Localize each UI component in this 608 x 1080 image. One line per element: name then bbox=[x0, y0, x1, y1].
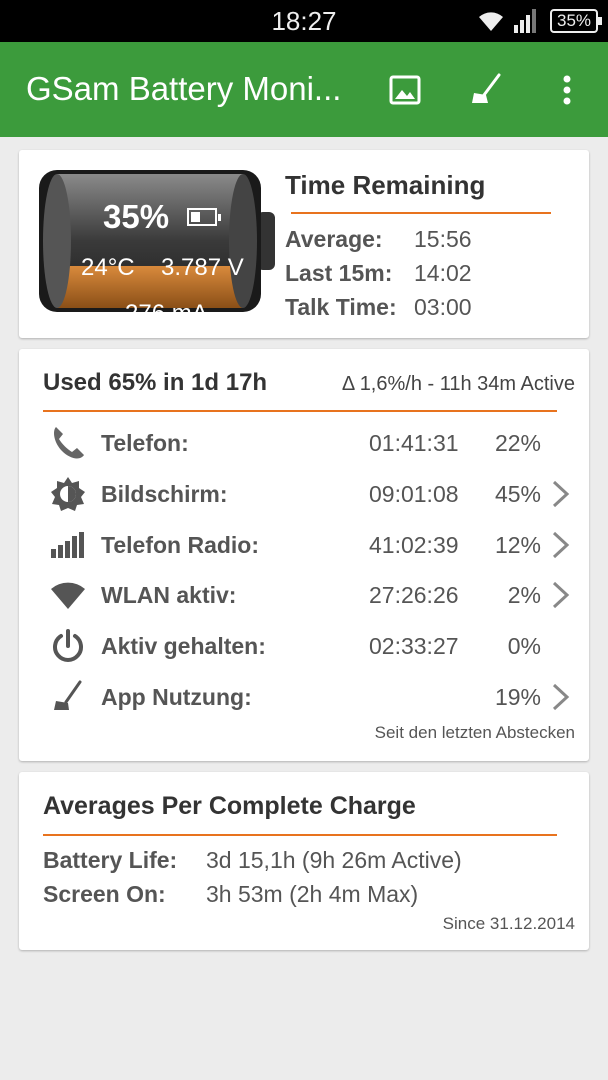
battery-current: -276 mA bbox=[117, 300, 208, 327]
chevron-right-icon bbox=[552, 581, 570, 609]
phone-icon bbox=[49, 424, 87, 462]
usage-rate: Δ 1,6%/h - 11h 34m Active bbox=[341, 373, 575, 395]
usage-row-telefon-radio[interactable]: Telefon Radio: 41:02:39 12% bbox=[19, 520, 589, 570]
wifi-icon bbox=[479, 12, 503, 31]
mini-battery-icon bbox=[187, 208, 221, 226]
battery-card[interactable]: 35% 24°C 3.787 V -276 mA Time Remaining … bbox=[19, 150, 589, 338]
overflow-menu-button[interactable] bbox=[545, 68, 589, 112]
battery-temperature: 24°C bbox=[81, 254, 135, 281]
time-remaining-title: Time Remaining bbox=[285, 170, 486, 200]
wifi-icon bbox=[49, 576, 87, 614]
status-icons: 35% bbox=[478, 8, 602, 34]
usage-row-aktiv-gehalten[interactable]: Aktiv gehalten: 02:33:27 0% bbox=[19, 621, 589, 671]
usage-row-app-nutzung[interactable]: App Nutzung: 19% bbox=[19, 672, 589, 722]
chevron-right-icon bbox=[552, 480, 570, 508]
usage-title: Used 65% in 1d 17h bbox=[43, 369, 268, 396]
image-button[interactable] bbox=[383, 68, 427, 112]
chevron-right-icon bbox=[552, 683, 570, 711]
image-icon bbox=[389, 75, 421, 105]
app-title: GSam Battery Moni... bbox=[26, 70, 342, 107]
brightness-icon bbox=[49, 475, 87, 513]
averages-footer: Since 31.12.2014 bbox=[442, 914, 575, 933]
chevron-right-icon bbox=[552, 531, 570, 559]
broom-icon bbox=[49, 678, 87, 716]
usage-row-bildschirm[interactable]: Bildschirm: 09:01:08 45% bbox=[19, 469, 589, 519]
clean-button[interactable] bbox=[464, 68, 508, 112]
broom-icon bbox=[472, 73, 501, 103]
battery-voltage: 3.787 V bbox=[161, 254, 244, 281]
signal-bars-icon bbox=[49, 526, 87, 564]
usage-row-wlan[interactable]: WLAN aktiv: 27:26:26 2% bbox=[19, 570, 589, 620]
overflow-menu-icon bbox=[563, 75, 571, 105]
signal-icon bbox=[514, 9, 536, 33]
battery-illustration bbox=[39, 170, 275, 312]
battery-percent: 35% bbox=[103, 198, 170, 235]
averages-title: Averages Per Complete Charge bbox=[43, 792, 416, 820]
usage-footer: Seit den letzten Abstecken bbox=[374, 723, 575, 742]
status-bar: 18:27 35% bbox=[0, 0, 608, 42]
power-icon bbox=[49, 627, 87, 665]
averages-card[interactable]: Averages Per Complete Charge Battery Lif… bbox=[19, 772, 589, 950]
battery-graphic: 35% 24°C 3.787 V -276 mA bbox=[39, 170, 279, 327]
divider bbox=[43, 410, 557, 412]
divider bbox=[43, 834, 557, 836]
action-bar: GSam Battery Moni... bbox=[0, 42, 608, 137]
usage-row-telefon[interactable]: Telefon: 01:41:31 22% bbox=[19, 418, 589, 468]
battery-icon: 35% bbox=[550, 9, 602, 33]
usage-card: Used 65% in 1d 17h Δ 1,6%/h - 11h 34m Ac… bbox=[19, 349, 589, 761]
divider bbox=[291, 212, 551, 214]
